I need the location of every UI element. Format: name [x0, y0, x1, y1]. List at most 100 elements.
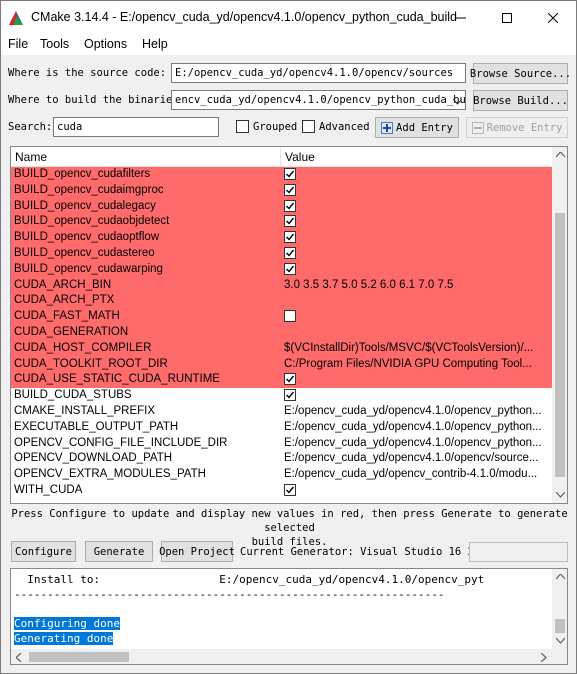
table-row[interactable]: CUDA_USE_STATIC_CUDA_RUNTIME — [11, 372, 552, 389]
table-row[interactable]: OPENCV_EXTRA_MODULES_PATH E:/opencv_cuda_… — [11, 467, 552, 483]
cache-entry-checkbox[interactable] — [284, 247, 296, 259]
checkmark-icon — [286, 375, 295, 383]
cache-entry-checkbox[interactable] — [284, 199, 296, 212]
cache-entry-checkbox[interactable] — [284, 389, 296, 402]
table-row[interactable]: BUILD_opencv_cudaimgproc — [11, 182, 552, 199]
cache-entry-value[interactable]: E:/opencv_cuda_yd/opencv4.1.0/opencv_pyt… — [284, 405, 550, 417]
table-row[interactable]: BUILD_opencv_cudastereo — [11, 246, 552, 262]
generate-button[interactable]: Generate — [85, 541, 153, 562]
title-bar[interactable]: CMake 3.14.4 - E:/opencv_cuda_yd/opencv4… — [1, 1, 576, 35]
table-row[interactable]: CUDA_ARCH_BIN 3.0 3.5 3.7 5.0 5.2 6.0 6.1… — [11, 277, 552, 294]
column-header-value[interactable]: Value — [285, 150, 315, 164]
output-vertical-scrollbar[interactable] — [552, 569, 567, 649]
table-row[interactable]: CUDA_FAST_MATH — [11, 309, 552, 325]
menu-file[interactable]: File — [8, 37, 28, 51]
cache-entry-name: CUDA_ARCH_PTX — [14, 294, 115, 307]
column-header-name[interactable]: Name — [15, 150, 47, 164]
table-row[interactable]: OPENCV_CONFIG_FILE_INCLUDE_DIR E:/opencv_… — [11, 436, 552, 452]
build-label: Where to build the binaries: — [8, 94, 186, 106]
output-scroll-down-icon[interactable] — [552, 633, 567, 649]
checkmark-icon — [286, 233, 295, 241]
cache-entry-name: BUILD_opencv_cudafilters — [14, 168, 151, 180]
table-row[interactable]: EXECUTABLE_OUTPUT_PATH E:/opencv_cuda_yd/… — [11, 420, 552, 436]
table-row[interactable]: OPENCV_DOWNLOAD_PATH E:/opencv_cuda_yd/op… — [11, 451, 552, 467]
open-project-button[interactable]: Open Project — [159, 541, 235, 562]
table-row[interactable]: BUILD_opencv_cudafilters — [11, 167, 552, 183]
output-scroll-right-icon[interactable] — [536, 649, 552, 664]
cache-entry-name: CUDA_GENERATION — [14, 326, 129, 338]
table-row[interactable]: CUDA_HOST_COMPILER $(VCInstallDir)Tools/M… — [11, 340, 552, 357]
browse-build-button[interactable]: Browse Build... — [473, 90, 568, 111]
table-row[interactable]: BUILD_opencv_cudalegacy — [11, 198, 552, 215]
cache-entry-value[interactable]: E:/opencv_cuda_yd/opencv4.1.0/opencv_pyt… — [284, 437, 550, 449]
cache-entry-checkbox[interactable] — [284, 373, 296, 386]
cache-entry-checkbox[interactable] — [284, 215, 296, 228]
cache-entry-name: BUILD_CUDA_STUBS — [14, 389, 132, 402]
output-scroll-thumb[interactable] — [555, 619, 565, 633]
checkmark-icon — [286, 486, 295, 494]
output-hscroll-thumb[interactable] — [29, 652, 129, 662]
cache-entry-name: CUDA_HOST_COMPILER — [14, 341, 152, 354]
output-horizontal-scrollbar[interactable] — [11, 649, 552, 664]
grouped-checkbox[interactable] — [236, 120, 249, 133]
cache-entry-checkbox[interactable] — [284, 484, 296, 496]
table-row[interactable]: BUILD_opencv_cudaobjdetect — [11, 214, 552, 231]
output-scroll-left-icon[interactable] — [11, 649, 27, 664]
cache-entry-value[interactable]: E:/opencv_cuda_yd/opencv4.1.0/opencv_pyt… — [284, 421, 550, 433]
chevron-down-icon[interactable] — [452, 95, 463, 109]
source-label: Where is the source code: — [8, 67, 167, 79]
scroll-down-icon[interactable] — [552, 487, 567, 503]
cache-entry-name: BUILD_opencv_cudalegacy — [14, 199, 156, 212]
build-path-combo[interactable]: encv_cuda_yd/opencv4.1.0/opencv_python_c… — [171, 90, 466, 110]
cache-entry-checkbox[interactable] — [284, 168, 296, 180]
table-row[interactable]: CUDA_GENERATION — [11, 325, 552, 341]
table-row[interactable]: BUILD_opencv_cudaoptflow — [11, 230, 552, 246]
output-generating-done: Generating done — [14, 632, 114, 645]
configure-button[interactable]: Configure — [11, 541, 76, 562]
close-button[interactable] — [530, 1, 576, 35]
cache-entry-name: OPENCV_EXTRA_MODULES_PATH — [14, 468, 206, 481]
output-scroll-up-icon[interactable] — [552, 569, 567, 585]
cache-entry-value[interactable]: C:/Program Files/NVIDIA GPU Computing To… — [284, 358, 550, 370]
cache-entry-value[interactable]: E:/opencv_cuda_yd/opencv4.1.0/opencv/sou… — [284, 452, 550, 464]
cache-entry-value[interactable]: E:/opencv_cuda_yd/opencv_contrib-4.1.0/m… — [284, 468, 550, 480]
advanced-checkbox[interactable] — [302, 120, 315, 133]
table-scroll-thumb[interactable] — [555, 213, 565, 477]
maximize-button[interactable] — [484, 1, 530, 35]
menu-help[interactable]: Help — [142, 37, 168, 51]
cache-entry-value[interactable]: 3.0 3.5 3.7 5.0 5.2 6.0 6.1 7.0 7.5 — [284, 279, 550, 291]
cache-entry-name: CUDA_ARCH_BIN — [14, 278, 112, 291]
table-row[interactable]: BUILD_CUDA_STUBS — [11, 388, 552, 404]
output-log[interactable]: Install to: E:/opencv_cuda_yd/opencv4.1.… — [10, 568, 568, 665]
cache-entry-name: OPENCV_DOWNLOAD_PATH — [14, 452, 173, 465]
build-path-value: encv_cuda_yd/opencv4.1.0/opencv_python_c… — [175, 94, 466, 106]
table-row[interactable]: CUDA_ARCH_PTX — [11, 293, 552, 310]
cache-entry-checkbox[interactable] — [284, 310, 296, 323]
table-row[interactable]: WITH_CUDA — [11, 483, 552, 499]
cache-table[interactable]: Name Value BUILD_opencv_cudafilters BUILD… — [10, 146, 568, 504]
output-separator: ----------------------------------------… — [14, 588, 445, 601]
table-vertical-scrollbar[interactable] — [552, 147, 567, 503]
cache-entry-name: OPENCV_CONFIG_FILE_INCLUDE_DIR — [14, 436, 228, 449]
table-row[interactable]: CUDA_TOOLKIT_ROOT_DIR C:/Program Files/NV… — [11, 356, 552, 373]
remove-entry-button[interactable]: Remove Entry — [466, 117, 568, 138]
menu-tools[interactable]: Tools — [40, 37, 69, 51]
cache-entry-name: CMAKE_INSTALL_PREFIX — [14, 405, 156, 417]
search-input[interactable]: cuda — [53, 117, 219, 137]
cmake-logo-icon — [8, 10, 24, 26]
scroll-up-icon[interactable] — [552, 147, 567, 163]
table-row[interactable]: BUILD_opencv_cudawarping — [11, 261, 552, 278]
menu-options[interactable]: Options — [84, 37, 127, 51]
table-row[interactable]: CMAKE_INSTALL_PREFIX E:/opencv_cuda_yd/op… — [11, 404, 552, 420]
cache-entry-checkbox[interactable] — [284, 183, 296, 196]
plus-icon — [381, 121, 394, 134]
source-path-input[interactable]: E:/opencv_cuda_yd/opencv4.1.0/opencv/sou… — [171, 63, 466, 83]
cache-entry-value[interactable]: $(VCInstallDir)Tools/MSVC/$(VCToolsVersi… — [284, 342, 550, 354]
output-install-line: Install to: E:/opencv_cuda_yd/opencv4.1.… — [14, 573, 485, 586]
column-divider[interactable] — [280, 147, 281, 167]
cache-entry-checkbox[interactable] — [284, 262, 296, 275]
cache-entry-checkbox[interactable] — [284, 231, 296, 244]
minimize-button[interactable] — [438, 1, 484, 35]
add-entry-button[interactable]: Add Entry — [375, 117, 459, 138]
browse-source-button[interactable]: Browse Source... — [470, 63, 571, 84]
